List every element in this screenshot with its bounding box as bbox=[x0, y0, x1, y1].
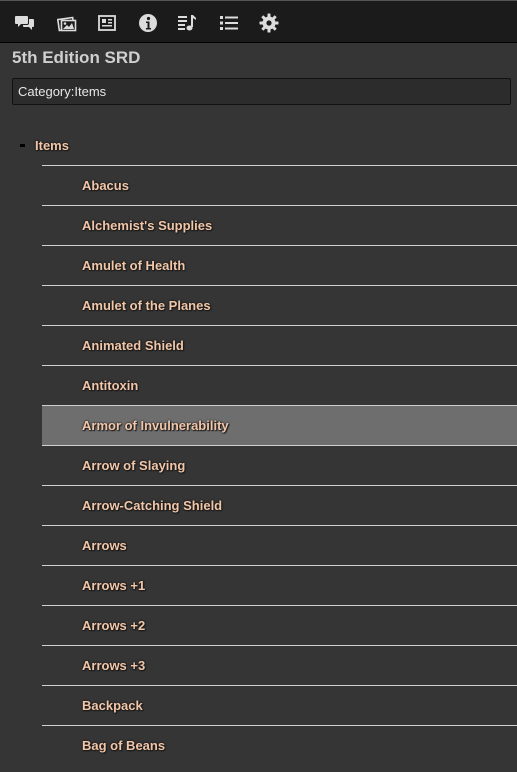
list-item[interactable]: Armor of Invulnerability bbox=[42, 405, 517, 445]
list-item[interactable]: Amulet of Health bbox=[42, 245, 517, 285]
jukebox-icon[interactable] bbox=[176, 12, 198, 34]
list-icon[interactable] bbox=[218, 12, 240, 34]
art-library-icon[interactable] bbox=[56, 12, 78, 34]
tree-root-label: Items bbox=[35, 137, 69, 153]
list-item[interactable]: Arrows +3 bbox=[42, 645, 517, 685]
compendium-title: 5th Edition SRD bbox=[12, 48, 141, 67]
journal-icon[interactable] bbox=[96, 12, 118, 34]
list-item[interactable]: Alchemist's Supplies bbox=[42, 205, 517, 245]
list-item[interactable]: Antitoxin bbox=[42, 365, 517, 405]
tree-bullet-icon bbox=[20, 143, 25, 147]
info-icon[interactable] bbox=[137, 12, 159, 34]
list-item[interactable]: Backpack bbox=[42, 685, 517, 725]
toolbar bbox=[0, 0, 517, 43]
item-list: Abacus Alchemist's Supplies Amulet of He… bbox=[42, 165, 517, 765]
list-item[interactable]: Animated Shield bbox=[42, 325, 517, 365]
gear-icon[interactable] bbox=[258, 12, 280, 34]
list-item[interactable]: Arrows bbox=[42, 525, 517, 565]
compendium-search-input[interactable] bbox=[12, 78, 511, 105]
list-item[interactable]: Arrow of Slaying bbox=[42, 445, 517, 485]
tree-root-items[interactable]: Items bbox=[20, 136, 69, 154]
list-item[interactable]: Amulet of the Planes bbox=[42, 285, 517, 325]
list-item[interactable]: Arrow-Catching Shield bbox=[42, 485, 517, 525]
chat-icon[interactable] bbox=[14, 12, 36, 34]
list-item[interactable]: Arrows +1 bbox=[42, 565, 517, 605]
list-item[interactable]: Bag of Beans bbox=[42, 725, 517, 765]
list-item[interactable]: Arrows +2 bbox=[42, 605, 517, 645]
list-item[interactable]: Abacus bbox=[42, 165, 517, 205]
